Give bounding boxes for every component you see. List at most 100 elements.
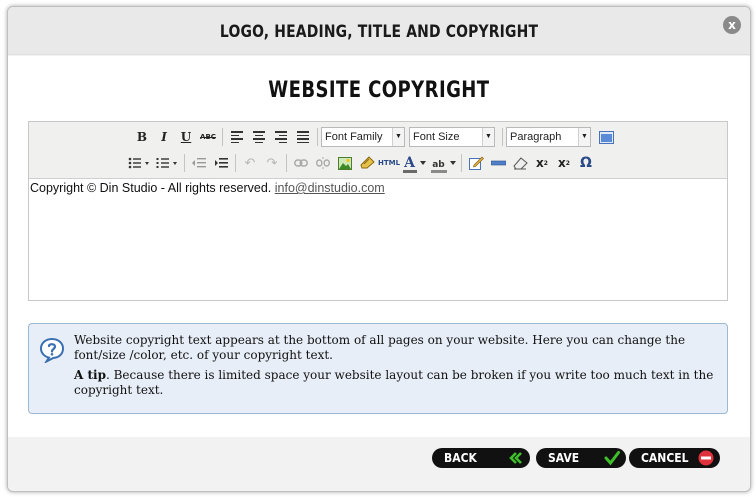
text-color-icon: A: [402, 155, 417, 173]
tip-box: Website copyright text appears at the bo…: [28, 323, 728, 414]
dialog-footer: BACK SAVE CANCEL: [8, 437, 750, 491]
text-color-label: A: [404, 155, 415, 171]
bold-label: B: [136, 130, 148, 144]
format-value: Paragraph: [510, 131, 562, 143]
numbered-list-icon: [156, 158, 177, 168]
eraser-icon: [512, 156, 528, 169]
justify-button[interactable]: [292, 127, 314, 147]
redo-button[interactable]: ↷: [261, 153, 283, 173]
checkmark-icon: [604, 451, 620, 466]
cleanup-icon: [359, 156, 375, 169]
align-left-button[interactable]: [226, 127, 248, 147]
text-color-swatch: [402, 170, 417, 173]
toolbar-separator: [286, 154, 287, 172]
subscript-mark: 2: [543, 159, 548, 167]
fullscreen-icon: [598, 130, 614, 144]
save-button[interactable]: SAVE: [536, 448, 626, 468]
edit-icon: [468, 156, 484, 170]
no-entry-icon: [698, 450, 714, 466]
superscript-button[interactable]: x2: [553, 153, 575, 173]
fullscreen-button[interactable]: [595, 127, 617, 147]
dialog-title: LOGO, HEADING, TITLE AND COPYRIGHT: [219, 22, 539, 42]
chevron-down-icon: [449, 161, 456, 165]
toolbar-row-2: ↶ ↷ HTML A ab x 2 x 2 Ω: [125, 151, 597, 175]
chevron-down-icon: ▼: [482, 128, 494, 146]
chevron-down-icon: ▼: [578, 128, 590, 146]
toolbar-separator: [222, 128, 223, 146]
align-right-button[interactable]: [270, 127, 292, 147]
align-left-icon: [231, 131, 243, 143]
chevron-down-icon: [419, 161, 426, 165]
back-button[interactable]: BACK: [432, 448, 530, 468]
font-family-select[interactable]: Font Family ▼: [321, 127, 405, 147]
bullet-list-button[interactable]: [125, 153, 153, 173]
link-icon: [294, 159, 308, 167]
toolbar-separator: [184, 154, 185, 172]
numbered-list-button[interactable]: [153, 153, 181, 173]
copyright-text: Copyright © Din Studio - All rights rese…: [30, 181, 272, 195]
superscript-label: x: [558, 156, 566, 170]
cleanup-button[interactable]: [356, 153, 378, 173]
link-button[interactable]: [290, 153, 312, 173]
section-heading-wrap: WEBSITE COPYRIGHT: [8, 78, 750, 103]
close-icon[interactable]: x: [723, 16, 741, 34]
align-right-icon: [275, 131, 287, 143]
underline-label: U: [180, 130, 192, 144]
font-size-select[interactable]: Font Size ▼: [409, 127, 495, 147]
unlink-button[interactable]: [312, 153, 334, 173]
dialog-title-bar: LOGO, HEADING, TITLE AND COPYRIGHT x: [8, 7, 750, 55]
cancel-button-label: CANCEL: [641, 451, 689, 465]
toolbar-separator: [461, 154, 462, 172]
highlight-icon: ab: [430, 156, 447, 173]
special-char-button[interactable]: Ω: [575, 153, 597, 173]
italic-button[interactable]: I: [153, 127, 175, 147]
font-family-value: Font Family: [325, 131, 383, 143]
email-link[interactable]: info@dinstudio.com: [275, 181, 385, 195]
highlight-color-button[interactable]: ab: [428, 153, 458, 173]
strikethrough-button[interactable]: ABC: [197, 127, 219, 147]
justify-icon: [297, 131, 309, 143]
undo-icon: ↶: [244, 155, 256, 171]
omega-icon: Ω: [580, 155, 592, 171]
subscript-button[interactable]: x2: [531, 153, 553, 173]
format-select[interactable]: Paragraph ▼: [506, 127, 591, 147]
double-chevron-icon: [509, 452, 522, 464]
tip-description: Website copyright text appears at the bo…: [74, 333, 686, 362]
strikethrough-label: ABC: [200, 133, 216, 141]
tip-label: A tip: [74, 368, 106, 382]
subscript-label: x: [536, 156, 544, 170]
remove-format-button[interactable]: [509, 153, 531, 173]
chevron-down-icon: ▼: [392, 128, 404, 146]
editor-toolbar: B I U ABC Font Family ▼ Font Size ▼ Paragr…: [29, 122, 727, 179]
insert-image-button[interactable]: [334, 153, 356, 173]
font-size-value: Font Size: [413, 131, 460, 143]
hr-icon: [490, 160, 506, 166]
underline-button[interactable]: U: [175, 127, 197, 147]
bullet-list-icon: [128, 157, 149, 169]
align-center-icon: [253, 131, 265, 143]
editor-content-area[interactable]: Copyright © Din Studio - All rights rese…: [29, 179, 727, 301]
dialog: LOGO, HEADING, TITLE AND COPYRIGHT x WEB…: [7, 6, 751, 492]
tip-advice: A tip. Because there is limited space yo…: [74, 368, 717, 398]
dialog-content: WEBSITE COPYRIGHT B I U ABC Font Family ▼…: [8, 56, 750, 437]
toolbar-separator: [502, 128, 503, 146]
toolbar-row-1: B I U ABC Font Family ▼ Font Size ▼ Paragr…: [131, 125, 617, 149]
question-bubble-icon: [39, 337, 65, 363]
highlight-swatch: [430, 170, 447, 173]
save-button-label: SAVE: [548, 451, 580, 465]
cancel-button[interactable]: CANCEL: [629, 448, 720, 468]
section-heading: WEBSITE COPYRIGHT: [268, 78, 490, 103]
align-center-button[interactable]: [248, 127, 270, 147]
image-icon: [338, 156, 352, 170]
edit-button[interactable]: [465, 153, 487, 173]
indent-icon: [215, 158, 228, 168]
html-source-button[interactable]: HTML: [378, 153, 400, 173]
italic-label: I: [161, 130, 167, 144]
undo-button[interactable]: ↶: [239, 153, 261, 173]
text-color-button[interactable]: A: [400, 153, 428, 173]
outdent-button[interactable]: [188, 153, 210, 173]
indent-button[interactable]: [210, 153, 232, 173]
back-button-label: BACK: [444, 451, 477, 465]
horizontal-rule-button[interactable]: [487, 153, 509, 173]
bold-button[interactable]: B: [131, 127, 153, 147]
